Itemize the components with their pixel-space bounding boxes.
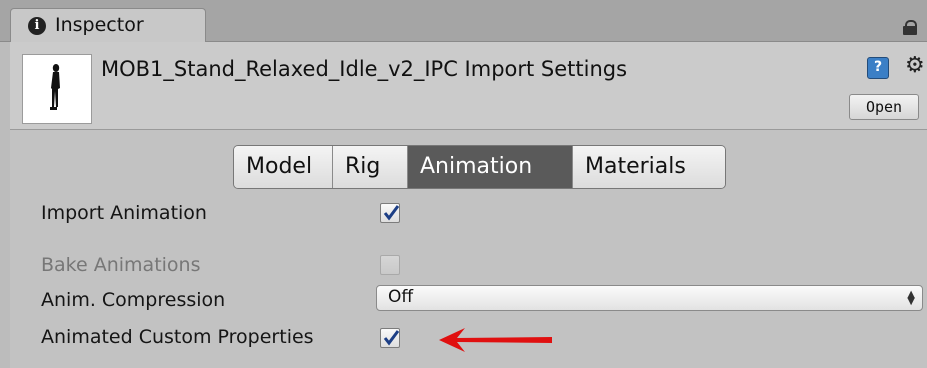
- dropdown-arrows-icon: ▲ ▼: [907, 289, 915, 307]
- asset-title: MOB1_Stand_Relaxed_Idle_v2_IPC Import Se…: [101, 57, 628, 81]
- tab-model[interactable]: Model: [234, 146, 333, 188]
- checkmark-icon: [383, 330, 400, 346]
- inspector-window: i Inspector MOB1_Stand_Relaxed_Idle_v2_I…: [0, 0, 927, 368]
- anim-compression-dropdown[interactable]: Off ▲ ▼: [376, 285, 923, 311]
- tab-inspector-label: Inspector: [55, 14, 144, 36]
- red-arrow-icon: [439, 328, 552, 352]
- asset-thumbnail: [22, 54, 92, 124]
- gear-icon[interactable]: ⚙: [905, 55, 925, 77]
- checkmark-icon: [383, 205, 400, 221]
- lock-icon[interactable]: [903, 20, 917, 35]
- anim-compression-value: Off: [388, 287, 414, 307]
- animated-custom-properties-label: Animated Custom Properties: [41, 326, 314, 348]
- import-tabs: Model Rig Animation Materials: [233, 145, 726, 189]
- bake-animations-label: Bake Animations: [41, 254, 201, 276]
- help-icon[interactable]: ?: [867, 57, 889, 79]
- tab-materials[interactable]: Materials: [573, 146, 725, 188]
- tab-inspector[interactable]: i Inspector: [10, 8, 206, 43]
- left-border: [0, 42, 10, 368]
- info-icon: i: [28, 17, 46, 35]
- tab-animation[interactable]: Animation: [408, 146, 573, 188]
- bake-animations-checkbox[interactable]: [380, 255, 400, 275]
- import-animation-checkbox[interactable]: [380, 203, 400, 223]
- import-animation-label: Import Animation: [41, 202, 207, 224]
- asset-header: MOB1_Stand_Relaxed_Idle_v2_IPC Import Se…: [10, 42, 927, 130]
- import-settings-panel: Model Rig Animation Materials Import Ani…: [10, 131, 927, 368]
- animated-custom-properties-checkbox[interactable]: [380, 328, 400, 348]
- anim-compression-label: Anim. Compression: [41, 289, 226, 311]
- tab-rig[interactable]: Rig: [333, 146, 408, 188]
- tab-bar: i Inspector: [0, 0, 927, 43]
- character-silhouette-icon: [50, 64, 60, 110]
- open-button[interactable]: Open: [849, 94, 919, 120]
